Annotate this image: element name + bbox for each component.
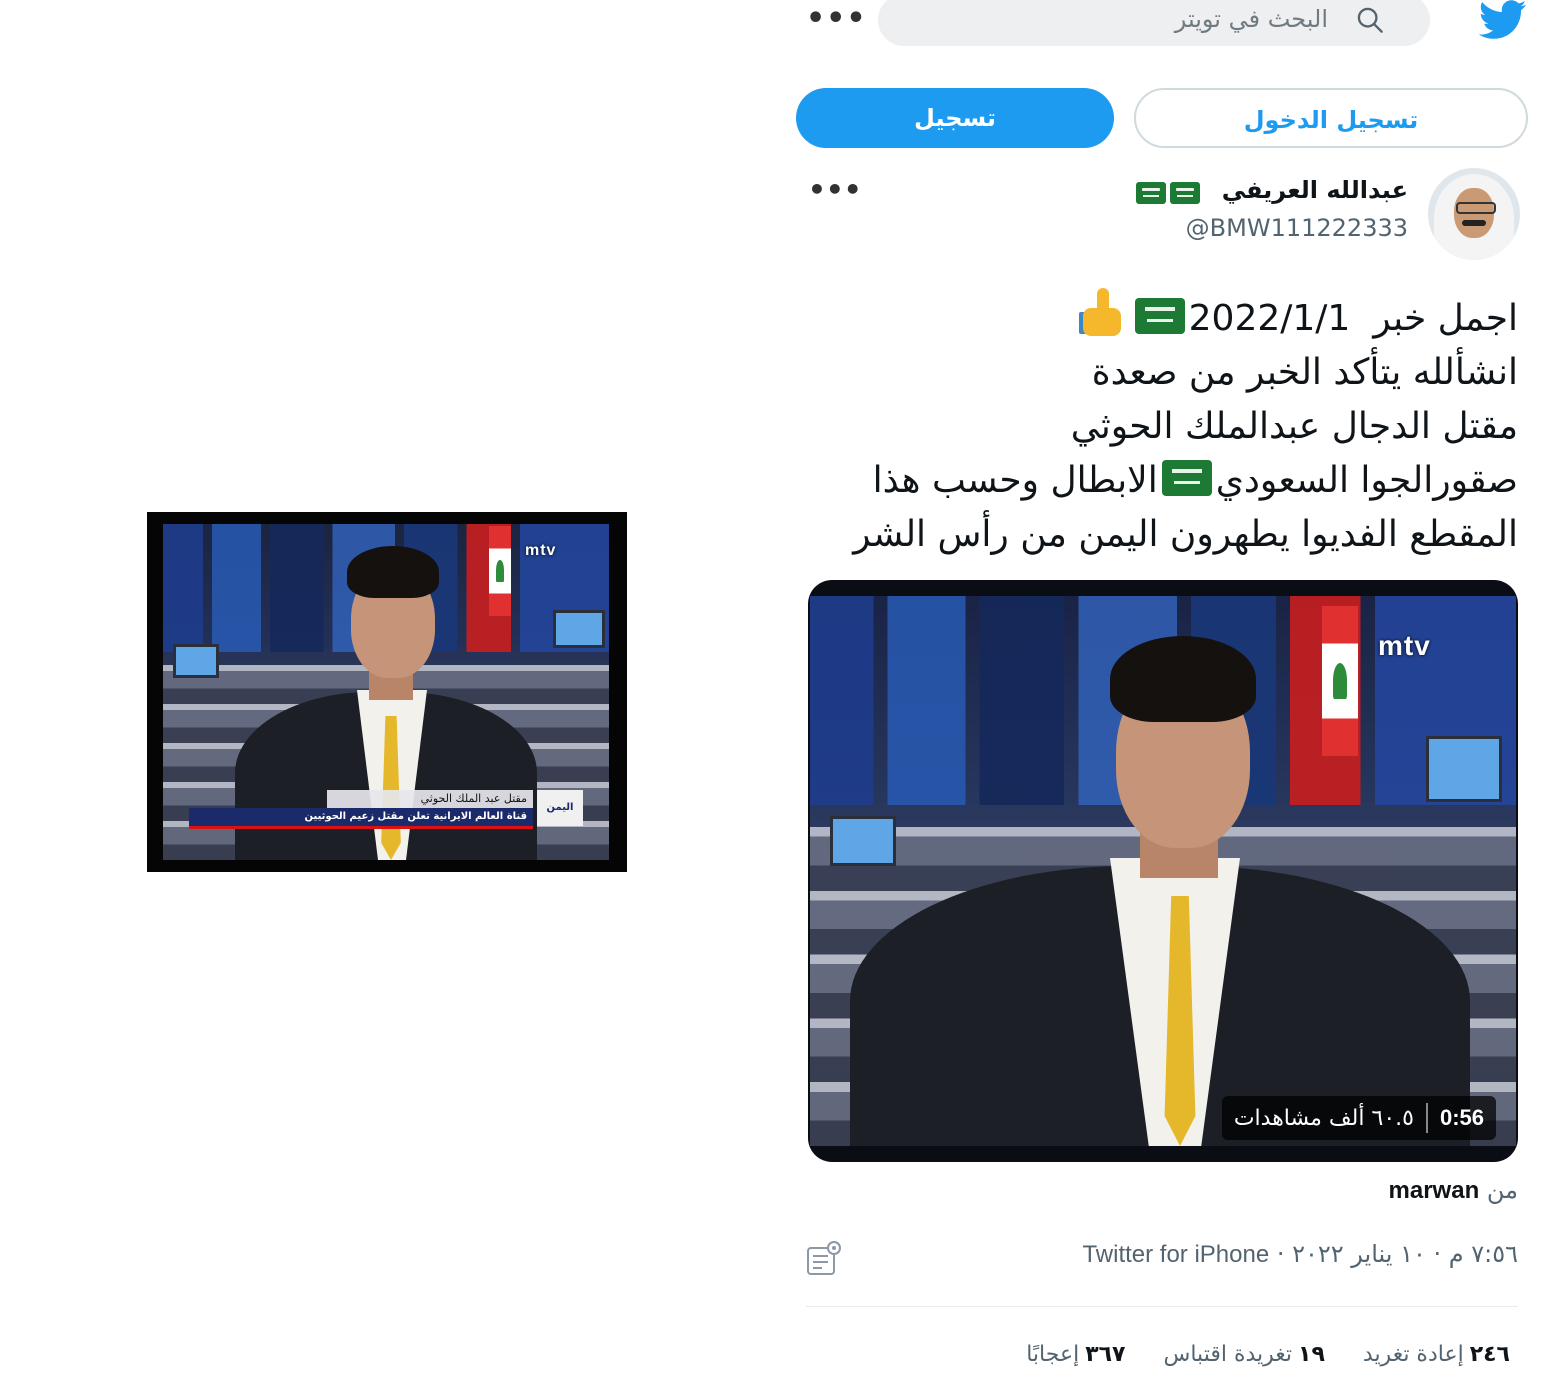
avatar[interactable] [1428, 168, 1520, 260]
tweet-line-5: المقطع الفديوا يطهرون اليمن من رأس الشر [853, 514, 1518, 555]
search-icon [1357, 7, 1383, 33]
login-button[interactable]: تسجيل الدخول [1134, 88, 1528, 148]
broadcast-frame: mtv مقتل عبد الملك الحوثي قناة العالم ال… [163, 524, 609, 860]
broadcast-still-image: mtv مقتل عبد الملك الحوثي قناة العالم ال… [147, 512, 627, 872]
tweet-timestamp[interactable]: ٧:٥٦ م · ١٠ يناير ٢٠٢٢ · [1277, 1240, 1518, 1268]
tweet-client[interactable]: Twitter for iPhone [1082, 1241, 1269, 1268]
tweet-more-icon[interactable]: ••• [808, 176, 862, 204]
studio-scene: mtv [810, 596, 1516, 1146]
likes-stat[interactable]: ٣٦٧إعجابًا [1026, 1342, 1125, 1367]
video-player[interactable]: mtv ٦٠.٥ ألف مشاهدات 0:56 [808, 580, 1518, 1162]
lower-third: مقتل عبد الملك الحوثي قناة العالم الايرا… [189, 790, 583, 830]
studio-scene: mtv مقتل عبد الملك الحوثي قناة العالم ال… [163, 524, 609, 860]
lower-third-subtitle: قناة العالم الايرانية تعلن مقتل زعيم الح… [189, 808, 533, 829]
tweet-line-1: اجمل خبر 2022/1/1 [818, 288, 1518, 346]
twitter-bird-icon[interactable] [1478, 0, 1528, 40]
lower-third-title: مقتل عبد الملك الحوثي [327, 790, 533, 808]
tweet-meta: ٧:٥٦ م · ١٠ يناير ٢٠٢٢ · Twitter for iPh… [1082, 1240, 1518, 1269]
tweet-text: اجمل خبر 2022/1/1 انشألله يتأكد الخبر من… [818, 288, 1518, 562]
video-source: من marwan [1388, 1176, 1518, 1204]
tweet-line-2: انشألله يتأكد الخبر من صعدة [1091, 352, 1518, 393]
analytics-icon[interactable] [806, 1240, 844, 1276]
tweet-line-4: صقورالجوا السعوديالابطال وحسب هذا [872, 460, 1518, 501]
video-info-overlay: ٦٠.٥ ألف مشاهدات 0:56 [1221, 1096, 1496, 1140]
search-input[interactable]: البحث في تويتر [878, 0, 1430, 46]
retweets-stat[interactable]: ٢٤٦إعادة تغريد [1363, 1342, 1510, 1367]
lower-third-tag: اليمن [537, 790, 583, 826]
tweet-stats: ٢٤٦إعادة تغريد ١٩تغريدة اقتباس ٣٦٧إعجابً… [1026, 1342, 1510, 1367]
saudi-flag-icon [1136, 182, 1166, 204]
video-views: ٦٠.٥ ألف مشاهدات [1233, 1105, 1414, 1131]
more-options-icon[interactable]: ••• [806, 4, 867, 34]
twitter-page: البحث في تويتر ••• تسجيل الدخول تسجيل عب… [790, 0, 1550, 1385]
news-anchor [810, 596, 1516, 1146]
quote-tweets-stat[interactable]: ١٩تغريدة اقتباس [1164, 1342, 1325, 1367]
saudi-flag-icon [1134, 298, 1185, 334]
name-flag-emojis [1132, 182, 1200, 208]
video-source-user[interactable]: marwan [1389, 1177, 1480, 1204]
saudi-flag-icon [1161, 460, 1212, 496]
search-placeholder: البحث في تويتر [1174, 5, 1328, 33]
divider [806, 1306, 1518, 1307]
signup-button[interactable]: تسجيل [796, 88, 1114, 148]
tweet-line-3: مقتل الدجال عبدالملك الحوثي [1070, 406, 1518, 447]
tweet-date: 2022/1/1 [1188, 298, 1351, 339]
video-frame: mtv [810, 596, 1516, 1146]
saudi-flag-icon [1170, 182, 1200, 204]
author-handle[interactable]: @BMW111222333 [1186, 214, 1408, 242]
video-duration: 0:56 [1439, 1105, 1484, 1130]
author-display-name[interactable]: عبدالله العريفي [1222, 176, 1408, 204]
thumbs-up-icon [1078, 288, 1127, 338]
